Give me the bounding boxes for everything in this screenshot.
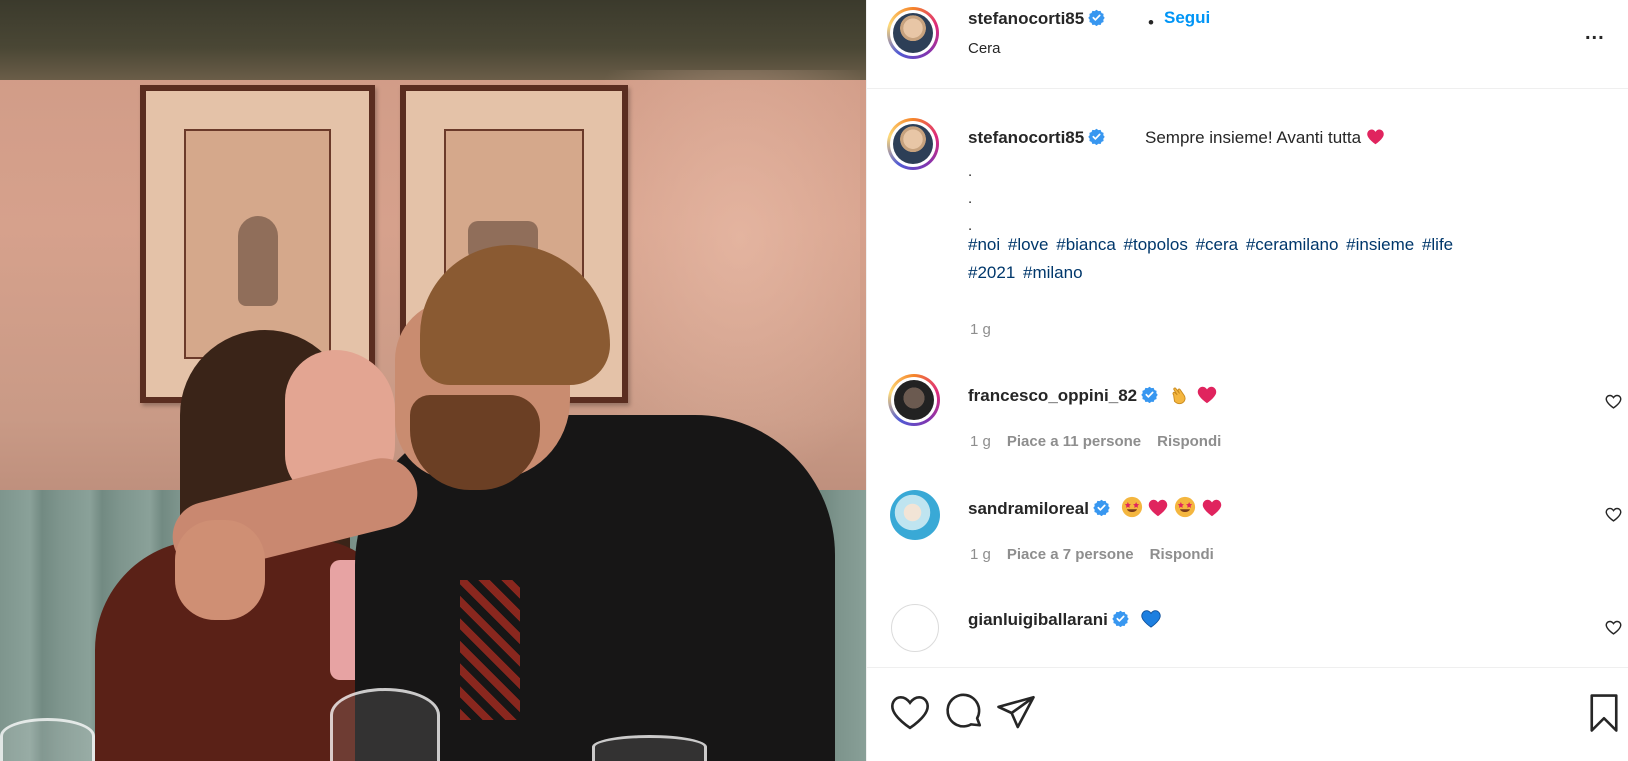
verified-badge-icon	[1088, 9, 1105, 26]
photo-hand	[175, 520, 265, 620]
comment-reply-button[interactable]: Rispondi	[1150, 546, 1214, 563]
comment-row-3: gianluigiballarani	[968, 609, 1162, 630]
post-header: stefanocorti85 • Segui Cera ...	[867, 0, 1628, 89]
hashtag-link[interactable]: #bianca	[1056, 235, 1116, 254]
author-avatar[interactable]	[887, 7, 939, 59]
hashtag-link[interactable]: #2021	[968, 263, 1015, 282]
red-heart-emoji-icon	[1149, 499, 1168, 517]
heart-icon[interactable]	[889, 692, 931, 734]
comment-like-heart-icon[interactable]	[1605, 619, 1622, 636]
comment-avatar[interactable]	[890, 490, 940, 540]
comment-row-2: sandramiloreal	[968, 496, 1223, 519]
hashtag-link[interactable]: #milano	[1023, 263, 1083, 282]
hashtag-link[interactable]: #topolos	[1124, 235, 1188, 254]
comment-timestamp[interactable]: 1 g	[970, 433, 991, 450]
more-icon[interactable]: ...	[1585, 22, 1605, 45]
verified-badge-icon	[1093, 499, 1110, 516]
photo-wine-glass-1	[0, 718, 95, 761]
comment-username[interactable]: francesco_oppini_82	[968, 386, 1137, 405]
verified-badge-icon	[1112, 610, 1129, 627]
hashtag-link[interactable]: #cera	[1196, 235, 1239, 254]
header-separator: •	[1148, 13, 1154, 32]
share-icon[interactable]	[995, 692, 1037, 734]
comment-likes-link[interactable]: Piace a 7 persone	[1007, 546, 1134, 563]
caption-text: Sempre insieme! Avanti tutta	[1145, 128, 1385, 148]
comment-avatar[interactable]	[888, 374, 940, 426]
blue-heart-emoji-icon	[1140, 610, 1161, 628]
caption-username[interactable]: stefanocorti85	[968, 128, 1105, 148]
star-struck-emoji-icon	[1121, 496, 1142, 518]
star-struck-emoji-icon	[1175, 496, 1196, 518]
post-action-bar	[867, 667, 1628, 761]
comment-meta: 1 g Piace a 7 persone Rispondi	[970, 546, 1214, 563]
hashtag-link[interactable]: #love	[1008, 235, 1049, 254]
caption-dots: . . .	[968, 163, 973, 234]
comment-reply-button[interactable]: Rispondi	[1157, 433, 1221, 450]
clapping-hands-emoji-icon	[1172, 387, 1186, 405]
comment-like-heart-icon[interactable]	[1605, 393, 1622, 410]
author-username[interactable]: stefanocorti85	[968, 9, 1105, 29]
comment-meta: 1 g Piace a 11 persone Rispondi	[970, 433, 1221, 450]
bookmark-icon[interactable]	[1583, 692, 1625, 734]
hashtag-link[interactable]: #noi	[968, 235, 1000, 254]
photo-wine-glass-3	[592, 735, 707, 761]
comment-like-heart-icon[interactable]	[1605, 506, 1622, 523]
post-photo[interactable]	[0, 0, 866, 761]
hashtag-link[interactable]: #insieme	[1346, 235, 1414, 254]
post-side-panel: stefanocorti85 • Segui Cera ... stefanoc…	[866, 0, 1628, 761]
photo-ceiling	[0, 0, 866, 80]
comment-timestamp[interactable]: 1 g	[970, 546, 991, 563]
comment-username[interactable]: sandramiloreal	[968, 499, 1089, 518]
photo-hoodie-print	[460, 580, 520, 720]
post-location[interactable]: Cera	[968, 40, 1001, 57]
comment-icon[interactable]	[943, 692, 985, 734]
comment-avatar[interactable]	[891, 604, 939, 652]
comment-row-1: francesco_oppini_82	[968, 383, 1218, 406]
caption-timestamp[interactable]: 1 g	[970, 321, 991, 338]
hashtag-link[interactable]: #life	[1422, 235, 1453, 254]
comment-username[interactable]: gianluigiballarani	[968, 610, 1108, 629]
photo-wine-glass-2	[330, 688, 440, 761]
caption-hashtags: #noi #love #bianca #topolos #cera #ceram…	[968, 231, 1588, 287]
red-heart-emoji-icon	[1202, 499, 1222, 517]
caption-author-avatar[interactable]	[887, 118, 939, 170]
verified-badge-icon	[1141, 386, 1158, 403]
verified-badge-icon	[1088, 128, 1105, 145]
follow-button[interactable]: Segui	[1164, 8, 1210, 28]
hashtag-link[interactable]: #ceramilano	[1246, 235, 1339, 254]
comment-likes-link[interactable]: Piace a 11 persone	[1007, 433, 1141, 450]
red-heart-emoji-icon	[1197, 386, 1216, 404]
photo-frame-left-sketch	[238, 216, 278, 306]
red-heart-emoji-icon	[1367, 129, 1384, 145]
